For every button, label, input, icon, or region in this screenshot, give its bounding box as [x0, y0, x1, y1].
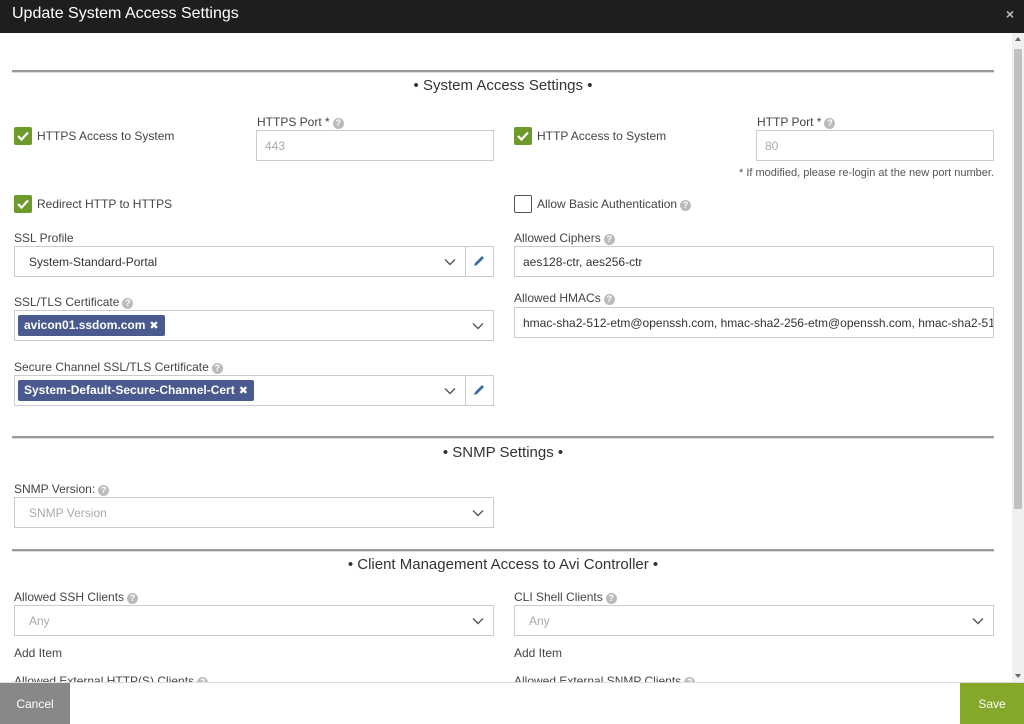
vertical-scrollbar[interactable] — [1012, 33, 1024, 682]
select-divider — [465, 376, 466, 405]
remove-tag-icon[interactable]: ✖ — [149, 320, 158, 332]
ssl-cert-label: SSL/TLS Certificate? — [14, 295, 134, 309]
help-icon[interactable]: ? — [127, 593, 139, 604]
section-title-system-access: • System Access Settings • — [413, 77, 593, 94]
check-icon — [517, 131, 529, 142]
add-item-ssh[interactable]: Add Item — [14, 646, 62, 660]
pencil-icon[interactable] — [472, 254, 486, 268]
ssl-cert-select[interactable]: avicon01.ssdom.com ✖ — [14, 310, 494, 341]
cancel-button[interactable]: Cancel — [0, 683, 70, 724]
pencil-icon[interactable] — [472, 383, 486, 397]
help-icon[interactable]: ? — [605, 593, 617, 604]
section-title-client-mgmt: • Client Management Access to Avi Contro… — [347, 556, 659, 573]
port-change-note: * If modified, please re-login at the ne… — [739, 167, 994, 179]
cli-shell-select[interactable]: Any — [514, 605, 994, 636]
check-icon — [17, 199, 29, 210]
save-button[interactable]: Save — [960, 683, 1024, 724]
ssh-clients-select[interactable]: Any — [14, 605, 494, 636]
close-icon[interactable]: × — [1006, 6, 1014, 22]
chevron-down-icon[interactable] — [971, 614, 985, 628]
ext-snmp-clients-label: Allowed External SNMP Clients? — [514, 674, 696, 682]
dialog-body: • System Access Settings • HTTPS Access … — [0, 33, 1012, 682]
redirect-http-label: Redirect HTTP to HTTPS — [37, 197, 173, 211]
dialog-title: Update System Access Settings — [12, 5, 239, 22]
remove-tag-icon[interactable]: ✖ — [239, 385, 248, 397]
ssh-clients-placeholder: Any — [29, 614, 50, 628]
https-access-label: HTTPS Access to System — [37, 129, 175, 143]
help-icon[interactable]: ? — [98, 485, 110, 496]
secure-channel-cert-select[interactable]: System-Default-Secure-Channel-Cert ✖ — [14, 375, 494, 406]
chevron-down-icon[interactable] — [471, 614, 485, 628]
redirect-http-checkbox[interactable] — [14, 195, 32, 213]
secure-channel-cert-label: Secure Channel SSL/TLS Certificate? — [14, 360, 223, 374]
help-icon[interactable]: ? — [332, 118, 344, 129]
scroll-up-icon[interactable] — [1015, 37, 1021, 41]
section-title-snmp: • SNMP Settings • — [442, 444, 564, 461]
allowed-hmacs-input[interactable]: hmac-sha2-512-etm@openssh.com, hmac-sha2… — [514, 307, 994, 338]
section-divider — [12, 70, 994, 73]
http-access-checkbox[interactable] — [514, 127, 532, 145]
scroll-down-icon[interactable] — [1015, 674, 1021, 678]
https-access-checkbox[interactable] — [14, 127, 32, 145]
check-icon — [17, 131, 29, 142]
ssl-profile-label: SSL Profile — [14, 231, 74, 245]
secure-channel-cert-tag: System-Default-Secure-Channel-Cert ✖ — [18, 380, 254, 401]
cli-shell-label: CLI Shell Clients? — [514, 590, 617, 604]
ssl-profile-select[interactable]: System-Standard-Portal — [14, 246, 494, 277]
snmp-version-select[interactable]: SNMP Version — [14, 497, 494, 528]
allowed-ciphers-label: Allowed Ciphers? — [514, 231, 615, 245]
http-port-input[interactable]: 80 — [756, 130, 994, 161]
scrollbar-thumb[interactable] — [1014, 49, 1022, 509]
snmp-version-placeholder: SNMP Version — [29, 506, 107, 520]
chevron-down-icon[interactable] — [471, 506, 485, 520]
ext-http-clients-label: Allowed External HTTP(S) Clients? — [14, 674, 209, 682]
help-icon[interactable]: ? — [122, 298, 134, 309]
select-divider — [465, 247, 466, 276]
dialog-footer: Cancel Save — [0, 682, 1024, 724]
https-port-label: HTTPS Port *? — [257, 115, 344, 129]
ssh-clients-label: Allowed SSH Clients? — [14, 590, 139, 604]
https-port-input[interactable]: 443 — [256, 130, 494, 161]
http-port-label: HTTP Port *? — [757, 115, 836, 129]
basic-auth-label: Allow Basic Authentication? — [537, 197, 692, 211]
help-icon[interactable]: ? — [680, 200, 692, 211]
help-icon[interactable]: ? — [211, 363, 223, 374]
chevron-down-icon[interactable] — [443, 255, 457, 269]
allowed-hmacs-label: Allowed HMACs? — [514, 291, 615, 305]
chevron-down-icon[interactable] — [443, 384, 457, 398]
help-icon[interactable]: ? — [603, 234, 615, 245]
help-icon[interactable]: ? — [603, 294, 615, 305]
ssl-profile-value: System-Standard-Portal — [29, 255, 158, 269]
chevron-down-icon[interactable] — [471, 319, 485, 333]
basic-auth-checkbox[interactable] — [514, 195, 532, 213]
dialog-titlebar: Update System Access Settings × — [0, 0, 1024, 33]
section-divider — [12, 436, 994, 439]
section-divider — [12, 549, 994, 552]
allowed-ciphers-input[interactable]: aes128-ctr, aes256-ctr — [514, 246, 994, 277]
help-icon[interactable]: ? — [824, 118, 836, 129]
cli-shell-placeholder: Any — [529, 614, 550, 628]
http-access-label: HTTP Access to System — [537, 129, 667, 143]
snmp-version-label: SNMP Version:? — [14, 482, 110, 496]
ssl-cert-tag: avicon01.ssdom.com ✖ — [18, 315, 165, 336]
add-item-cli[interactable]: Add Item — [514, 646, 562, 660]
